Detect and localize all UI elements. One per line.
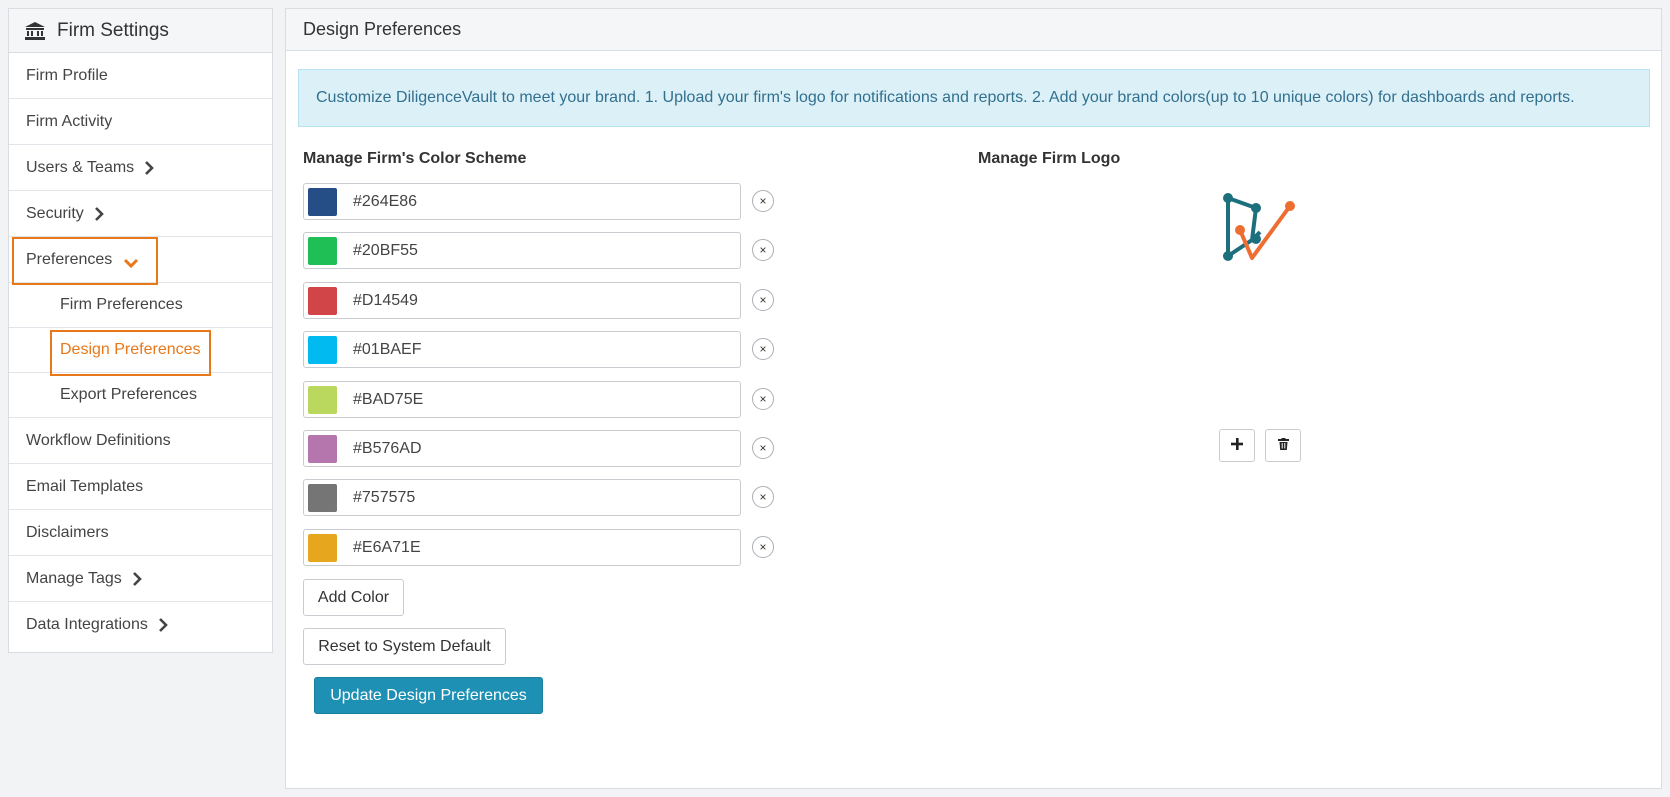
color-value: #B576AD xyxy=(353,440,422,457)
remove-color-button[interactable]: × xyxy=(752,486,774,509)
color-swatch[interactable] xyxy=(308,336,337,365)
sidebar-title: Firm Settings xyxy=(57,19,169,41)
remove-color-button[interactable]: × xyxy=(752,535,774,558)
color-field[interactable]: #264E86 xyxy=(303,183,741,220)
sidebar-item-workflow-definitions[interactable]: Workflow Definitions xyxy=(9,418,272,464)
sidebar-item-label: Preferences xyxy=(26,250,113,268)
sidebar-item-label: Email Templates xyxy=(26,477,144,495)
sidebar-item-label: Firm Activity xyxy=(26,112,113,130)
color-value: #757575 xyxy=(353,489,416,507)
color-swatch[interactable] xyxy=(308,237,337,266)
remove-color-button[interactable]: × xyxy=(752,338,774,361)
color-field[interactable]: #20BF55 xyxy=(303,232,741,270)
main-panel: Design Preferences Customize DiligenceVa… xyxy=(285,8,1662,789)
color-value: #01BAEF xyxy=(353,341,422,359)
page-title: Design Preferences xyxy=(286,9,1661,51)
sidebar-item-label: Design Preferences xyxy=(60,341,201,358)
color-row: #757575 × xyxy=(303,479,778,517)
color-swatch[interactable] xyxy=(308,435,337,463)
chevron-right-icon xyxy=(132,571,142,586)
color-row: #B576AD × xyxy=(303,430,778,467)
update-design-preferences-button[interactable]: Update Design Preferences xyxy=(314,677,543,714)
sidebar-item-label: Firm Preferences xyxy=(60,296,183,313)
sidebar-item-label: Workflow Definitions xyxy=(26,431,171,449)
color-row: #20BF55 × xyxy=(303,232,778,270)
color-value: #264E86 xyxy=(353,193,418,210)
color-swatch[interactable] xyxy=(308,385,337,414)
chevron-right-icon xyxy=(144,160,155,175)
sidebar-item-email-templates[interactable]: Email Templates xyxy=(9,464,272,510)
color-scheme-title: Manage Firm's Color Scheme xyxy=(303,150,527,167)
chevron-right-icon xyxy=(94,206,104,221)
sidebar-item-label: Firm Profile xyxy=(26,66,108,84)
color-swatch[interactable] xyxy=(308,188,337,216)
bank-icon xyxy=(25,21,45,40)
sidebar-item-design-preferences[interactable]: Design Preferences xyxy=(9,328,272,373)
sidebar-item-data-integrations[interactable]: Data Integrations xyxy=(9,602,272,648)
color-row: #E6A71E × xyxy=(303,528,778,566)
sidebar-item-firm-profile[interactable]: Firm Profile xyxy=(9,53,272,99)
remove-color-button[interactable]: × xyxy=(752,288,774,311)
chevron-right-icon xyxy=(158,618,168,632)
sidebar-item-firm-activity[interactable]: Firm Activity xyxy=(9,99,272,145)
sidebar-item-firm-preferences[interactable]: Firm Preferences xyxy=(9,283,272,328)
info-text: Customize DiligenceVault to meet your br… xyxy=(316,89,1575,106)
logo-title: Manage Firm Logo xyxy=(978,150,1121,167)
color-swatch[interactable] xyxy=(308,533,337,562)
remove-color-button[interactable]: × xyxy=(752,239,774,262)
sidebar-item-preferences[interactable]: Preferences xyxy=(9,237,272,283)
firm-logo xyxy=(1216,184,1306,274)
remove-color-button[interactable]: × xyxy=(752,190,774,212)
sidebar-item-users-teams[interactable]: Users & Teams xyxy=(9,145,272,191)
sidebar-item-label: Data Integrations xyxy=(26,616,148,633)
chevron-down-icon xyxy=(123,255,139,268)
sidebar-item-disclaimers[interactable]: Disclaimers xyxy=(9,510,272,556)
remove-color-button[interactable]: × xyxy=(752,387,774,410)
add-color-button[interactable]: Add Color xyxy=(303,579,404,616)
remove-color-button[interactable]: × xyxy=(752,437,774,459)
color-field[interactable]: #B576AD xyxy=(303,430,741,467)
sidebar-item-security[interactable]: Security xyxy=(9,191,272,237)
color-value: #BAD75E xyxy=(353,390,424,408)
sidebar-header: Firm Settings xyxy=(9,9,272,53)
sidebar-item-manage-tags[interactable]: Manage Tags xyxy=(9,556,272,602)
color-swatch[interactable] xyxy=(308,286,337,315)
sidebar-item-export-preferences[interactable]: Export Preferences xyxy=(9,373,272,418)
color-row: #01BAEF × xyxy=(303,331,778,369)
sidebar-item-label: Disclaimers xyxy=(26,523,109,541)
color-field[interactable]: #01BAEF xyxy=(303,331,741,369)
sidebar-item-label: Manage Tags xyxy=(26,569,122,587)
color-row: #D14549 × xyxy=(303,281,778,319)
color-field[interactable]: #757575 xyxy=(303,479,741,517)
color-value: #D14549 xyxy=(353,291,418,309)
color-field[interactable]: #D14549 xyxy=(303,281,741,319)
color-value: #20BF55 xyxy=(353,242,418,260)
sidebar-item-label: Security xyxy=(26,204,84,222)
color-field[interactable]: #BAD75E xyxy=(303,380,741,418)
reset-default-button[interactable]: Reset to System Default xyxy=(303,628,506,665)
info-alert: Customize DiligenceVault to meet your br… xyxy=(298,69,1650,127)
color-swatch[interactable] xyxy=(308,484,337,513)
plus-icon xyxy=(1231,437,1243,455)
color-value: #E6A71E xyxy=(353,538,421,556)
color-row: #264E86 × xyxy=(303,183,778,220)
color-row: #BAD75E × xyxy=(303,380,778,418)
add-logo-button[interactable] xyxy=(1219,429,1255,462)
sidebar-item-label: Export Preferences xyxy=(60,386,197,403)
sidebar-item-label: Users & Teams xyxy=(26,158,135,176)
color-field[interactable]: #E6A71E xyxy=(303,528,741,566)
delete-logo-button[interactable] xyxy=(1265,429,1301,462)
sidebar: Firm Settings Firm Profile Firm Activity… xyxy=(8,8,273,653)
trash-icon xyxy=(1277,437,1289,455)
